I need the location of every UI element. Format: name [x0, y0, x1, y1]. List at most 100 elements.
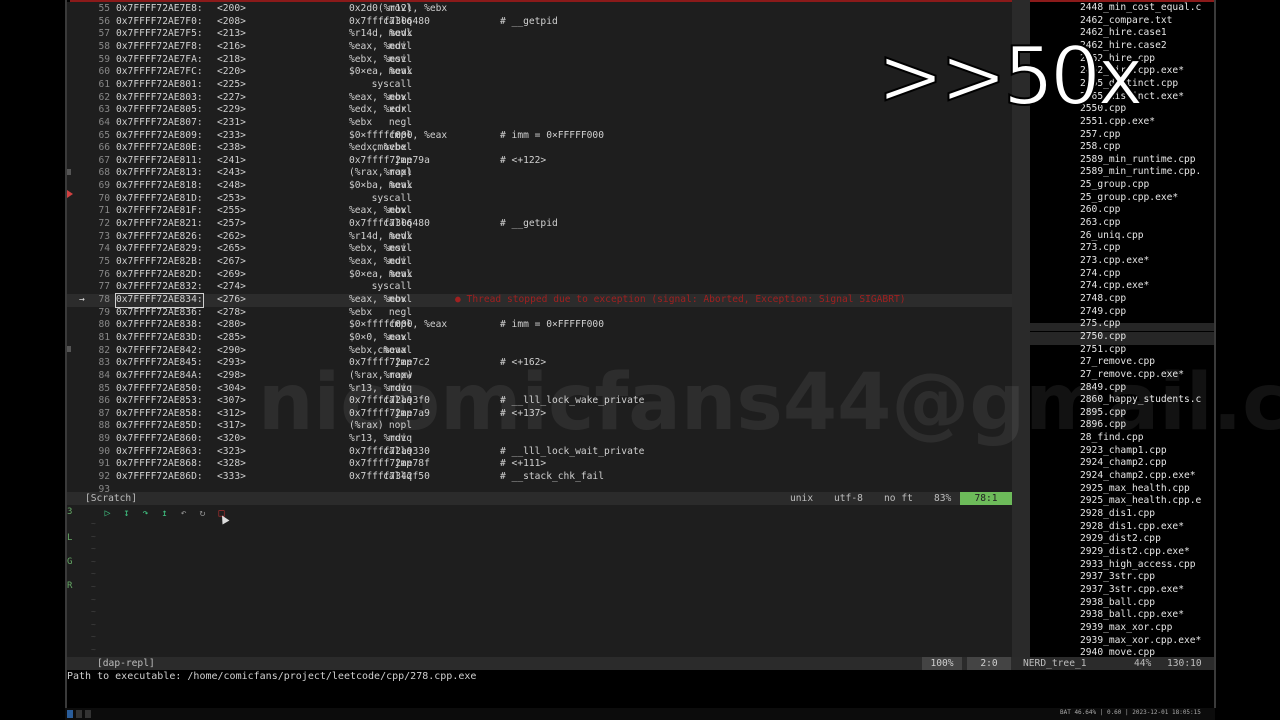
code-line[interactable]: 61 0x7FFFF72AE801: <225> syscall: [67, 79, 1012, 92]
workspace-tag-3[interactable]: [85, 710, 91, 718]
code-line[interactable]: 79 0x7FFFF72AE836: <278> negl %ebx: [67, 307, 1012, 320]
tree-file-item[interactable]: 2928_dis1.cpp: [1080, 508, 1155, 521]
code-line[interactable]: 74 0x7FFFF72AE829: <265> movl %ebx, %esi: [67, 243, 1012, 256]
continue-icon[interactable]: ▷: [102, 508, 113, 520]
code-line[interactable]: 81 0x7FFFF72AE83D: <285> movl $0×0, %eax: [67, 332, 1012, 345]
tree-file-item[interactable]: 2750.cpp: [1080, 331, 1126, 344]
tree-file-item[interactable]: 2462_compare.txt: [1080, 15, 1172, 28]
instruction-offset: <200>: [217, 3, 246, 14]
code-line[interactable]: 65 0x7FFFF72AE809: <233> cmpl $0×fffff000, %…: [67, 130, 1012, 143]
tree-file-item[interactable]: 25_group.cpp: [1080, 179, 1149, 192]
tree-file-item[interactable]: 2929_dist2.cpp.exe*: [1080, 546, 1190, 559]
tree-file-item[interactable]: 2448_min_cost_equal.c: [1080, 2, 1201, 15]
tree-file-item[interactable]: 273.cpp: [1080, 242, 1120, 255]
code-line[interactable]: 66 0x7FFFF72AE80E: <238> cmovbel %edx, %ebx: [67, 142, 1012, 155]
operands: 0x7ffff7342f50: [349, 471, 430, 483]
code-line[interactable]: 75 0x7FFFF72AE82B: <267> movl %eax, %edi: [67, 256, 1012, 269]
tree-file-item[interactable]: 2925_max_health.cpp.e: [1080, 495, 1201, 508]
code-line[interactable]: 71 0x7FFFF72AE81F: <255> movl %eax, %ebx: [67, 205, 1012, 218]
tree-file-item[interactable]: 2929_dist2.cpp: [1080, 533, 1161, 546]
instruction-address: 0x7FFFF72AE838:: [116, 319, 203, 331]
tree-file-item[interactable]: 274.cpp: [1080, 268, 1120, 281]
code-line[interactable]: 68 0x7FFFF72AE813: <243> nopl (%rax,%rax): [67, 167, 1012, 180]
tree-file-item[interactable]: 2748.cpp: [1080, 293, 1126, 306]
code-line[interactable]: 78 0x7FFFF72AE834: <276> movl %eax, %ebx ● Th…: [67, 292, 1012, 308]
tree-file-item[interactable]: 2924_champ2.cpp: [1080, 457, 1167, 470]
tree-file-item[interactable]: 2589_min_runtime.cpp.: [1080, 166, 1201, 179]
tree-file-item[interactable]: 274.cpp.exe*: [1080, 280, 1149, 293]
tree-file-item[interactable]: 2751.cpp: [1080, 344, 1126, 357]
tree-file-item[interactable]: 2939_max_xor.cpp.exe*: [1080, 635, 1201, 648]
tree-file-item[interactable]: 275.cpp: [1080, 318, 1120, 331]
instruction-offset: <280>: [217, 319, 246, 331]
code-line[interactable]: 69 0x7FFFF72AE818: <248> movl $0×ba, %eax: [67, 180, 1012, 193]
instruction-address: 0x7FFFF72AE826:: [116, 230, 203, 242]
step-over-icon[interactable]: ↷: [140, 508, 151, 520]
tree-file-item[interactable]: 257.cpp: [1080, 129, 1120, 142]
tree-file-item[interactable]: 2939_max_xor.cpp: [1080, 622, 1172, 635]
dap-repl-pane[interactable]: ▷ ↧ ↷ ↥ ↶ ↻ □ 3 L G R ~ ~ ~ ~ ~ ~ ~ ~ ~ ~ ~: [67, 505, 1012, 657]
code-line[interactable]: 73 0x7FFFF72AE826: <262> movl %r14d, %edx: [67, 231, 1012, 244]
instruction-offset: <312>: [217, 407, 246, 419]
code-line[interactable]: 57 0x7FFFF72AE7F5: <213> movl %r14d, %edx: [67, 28, 1012, 41]
code-line[interactable]: 62 0x7FFFF72AE803: <227> movl %eax, %ebx: [67, 92, 1012, 105]
code-line[interactable]: 80 0x7FFFF72AE838: <280> cmpl $0×fffff000, %…: [67, 319, 1012, 332]
code-line[interactable]: 70 0x7FFFF72AE81D: <253> syscall: [67, 193, 1012, 206]
code-line[interactable]: 59 0x7FFFF72AE7FA: <218> movl %ebx, %esi: [67, 54, 1012, 67]
breakpoint-marker[interactable]: [67, 190, 73, 198]
code-line[interactable]: 72 0x7FFFF72AE821: <257> callq 0x7ffff730648…: [67, 218, 1012, 231]
tree-file-item[interactable]: 2938_ball.cpp: [1080, 597, 1155, 610]
code-line[interactable]: 55 0x7FFFF72AE7E8: <200> movl 0x2d0(%r12), %…: [67, 3, 1012, 16]
tree-file-item[interactable]: 25_group.cpp.exe*: [1080, 192, 1178, 205]
instruction-address: 0x7FFFF72AE82B:: [116, 256, 203, 267]
tree-file-item[interactable]: 2937_3str.cpp.exe*: [1080, 584, 1184, 597]
tree-file-item[interactable]: 258.cpp: [1080, 141, 1120, 154]
tree-file-item[interactable]: 2928_dis1.cpp.exe*: [1080, 521, 1184, 534]
sign-marker: [67, 169, 71, 175]
code-line[interactable]: 91 0x7FFFF72AE868: <328> jmp 0x7ffff72ae78f #…: [67, 458, 1012, 471]
tree-file-item[interactable]: 260.cpp: [1080, 204, 1120, 217]
instruction-offset: <227>: [217, 91, 246, 103]
code-line[interactable]: 64 0x7FFFF72AE807: <231> negl %ebx: [67, 117, 1012, 130]
instruction-offset: <323>: [217, 445, 246, 457]
repl-statusline: [dap-repl] 100% 2:0 NERD_tree_1 44% 130:…: [67, 657, 1214, 670]
instruction-offset: <257>: [217, 218, 246, 230]
instruction-offset: <253>: [217, 192, 246, 204]
tree-file-item[interactable]: 263.cpp: [1080, 217, 1120, 230]
tree-file-item[interactable]: 2933_high_access.cpp: [1080, 559, 1196, 572]
instruction-address: 0x7FFFF72AE86D:: [116, 471, 203, 483]
nerdtree-cursor-position: 130:10: [1167, 658, 1202, 669]
repl-buffer-name: [dap-repl]: [97, 658, 155, 669]
step-out-icon[interactable]: ↥: [159, 508, 170, 520]
code-line[interactable]: 56 0x7FFFF72AE7F0: <208> callq 0x7ffff730648…: [67, 16, 1012, 29]
debug-toolbar: ▷ ↧ ↷ ↥ ↶ ↻ □: [102, 508, 227, 520]
tree-file-item[interactable]: 2940_move.cpp: [1080, 647, 1155, 657]
workspace-tag-2[interactable]: [76, 710, 82, 718]
tree-file-item[interactable]: 2589_min_runtime.cpp: [1080, 154, 1196, 167]
code-line[interactable]: 76 0x7FFFF72AE82D: <269> movl $0×ea, %eax: [67, 269, 1012, 282]
tree-file-item[interactable]: 2924_champ2.cpp.exe*: [1080, 470, 1196, 483]
operands: %ebx, %esi: [349, 243, 407, 255]
code-line[interactable]: 77 0x7FFFF72AE832: <274> syscall: [67, 281, 1012, 294]
tree-file-item[interactable]: 273.cpp.exe*: [1080, 255, 1149, 268]
step-back-icon[interactable]: ↶: [178, 508, 189, 520]
tree-file-item[interactable]: 2925_max_health.cpp: [1080, 483, 1190, 496]
instruction-offset: <328>: [217, 458, 246, 470]
instruction-address: 0x7FFFF72AE7FC:: [116, 66, 203, 78]
tree-file-item[interactable]: 2937_3str.cpp: [1080, 571, 1155, 584]
code-line[interactable]: 82 0x7FFFF72AE842: <290> cmoval %ebx, %eax: [67, 345, 1012, 358]
step-into-icon[interactable]: ↧: [121, 508, 132, 520]
code-line[interactable]: 67 0x7FFFF72AE811: <241> jmp 0x7ffff72ae79a #…: [67, 155, 1012, 168]
code-line[interactable]: 63 0x7FFFF72AE805: <229> xorl %edx, %edx: [67, 104, 1012, 117]
restart-icon[interactable]: ↻: [197, 508, 208, 520]
command-line[interactable]: Path to executable: /home/comicfans/proj…: [67, 670, 1214, 683]
code-line[interactable]: 60 0x7FFFF72AE7FC: <220> movl $0×ea, %eax: [67, 66, 1012, 79]
instruction-offset: <304>: [217, 382, 246, 394]
tree-file-item[interactable]: 2749.cpp: [1080, 306, 1126, 319]
code-line[interactable]: 58 0x7FFFF72AE7F8: <216> movl %eax, %edi: [67, 41, 1012, 54]
code-line[interactable]: 93: [67, 484, 1012, 492]
workspace-tag-1[interactable]: [67, 710, 73, 718]
tree-file-item[interactable]: 2938_ball.cpp.exe*: [1080, 609, 1184, 622]
tree-file-item[interactable]: 26_uniq.cpp: [1080, 230, 1144, 243]
code-line[interactable]: 92 0x7FFFF72AE86D: <333> callq 0x7ffff7342f5…: [67, 471, 1012, 484]
